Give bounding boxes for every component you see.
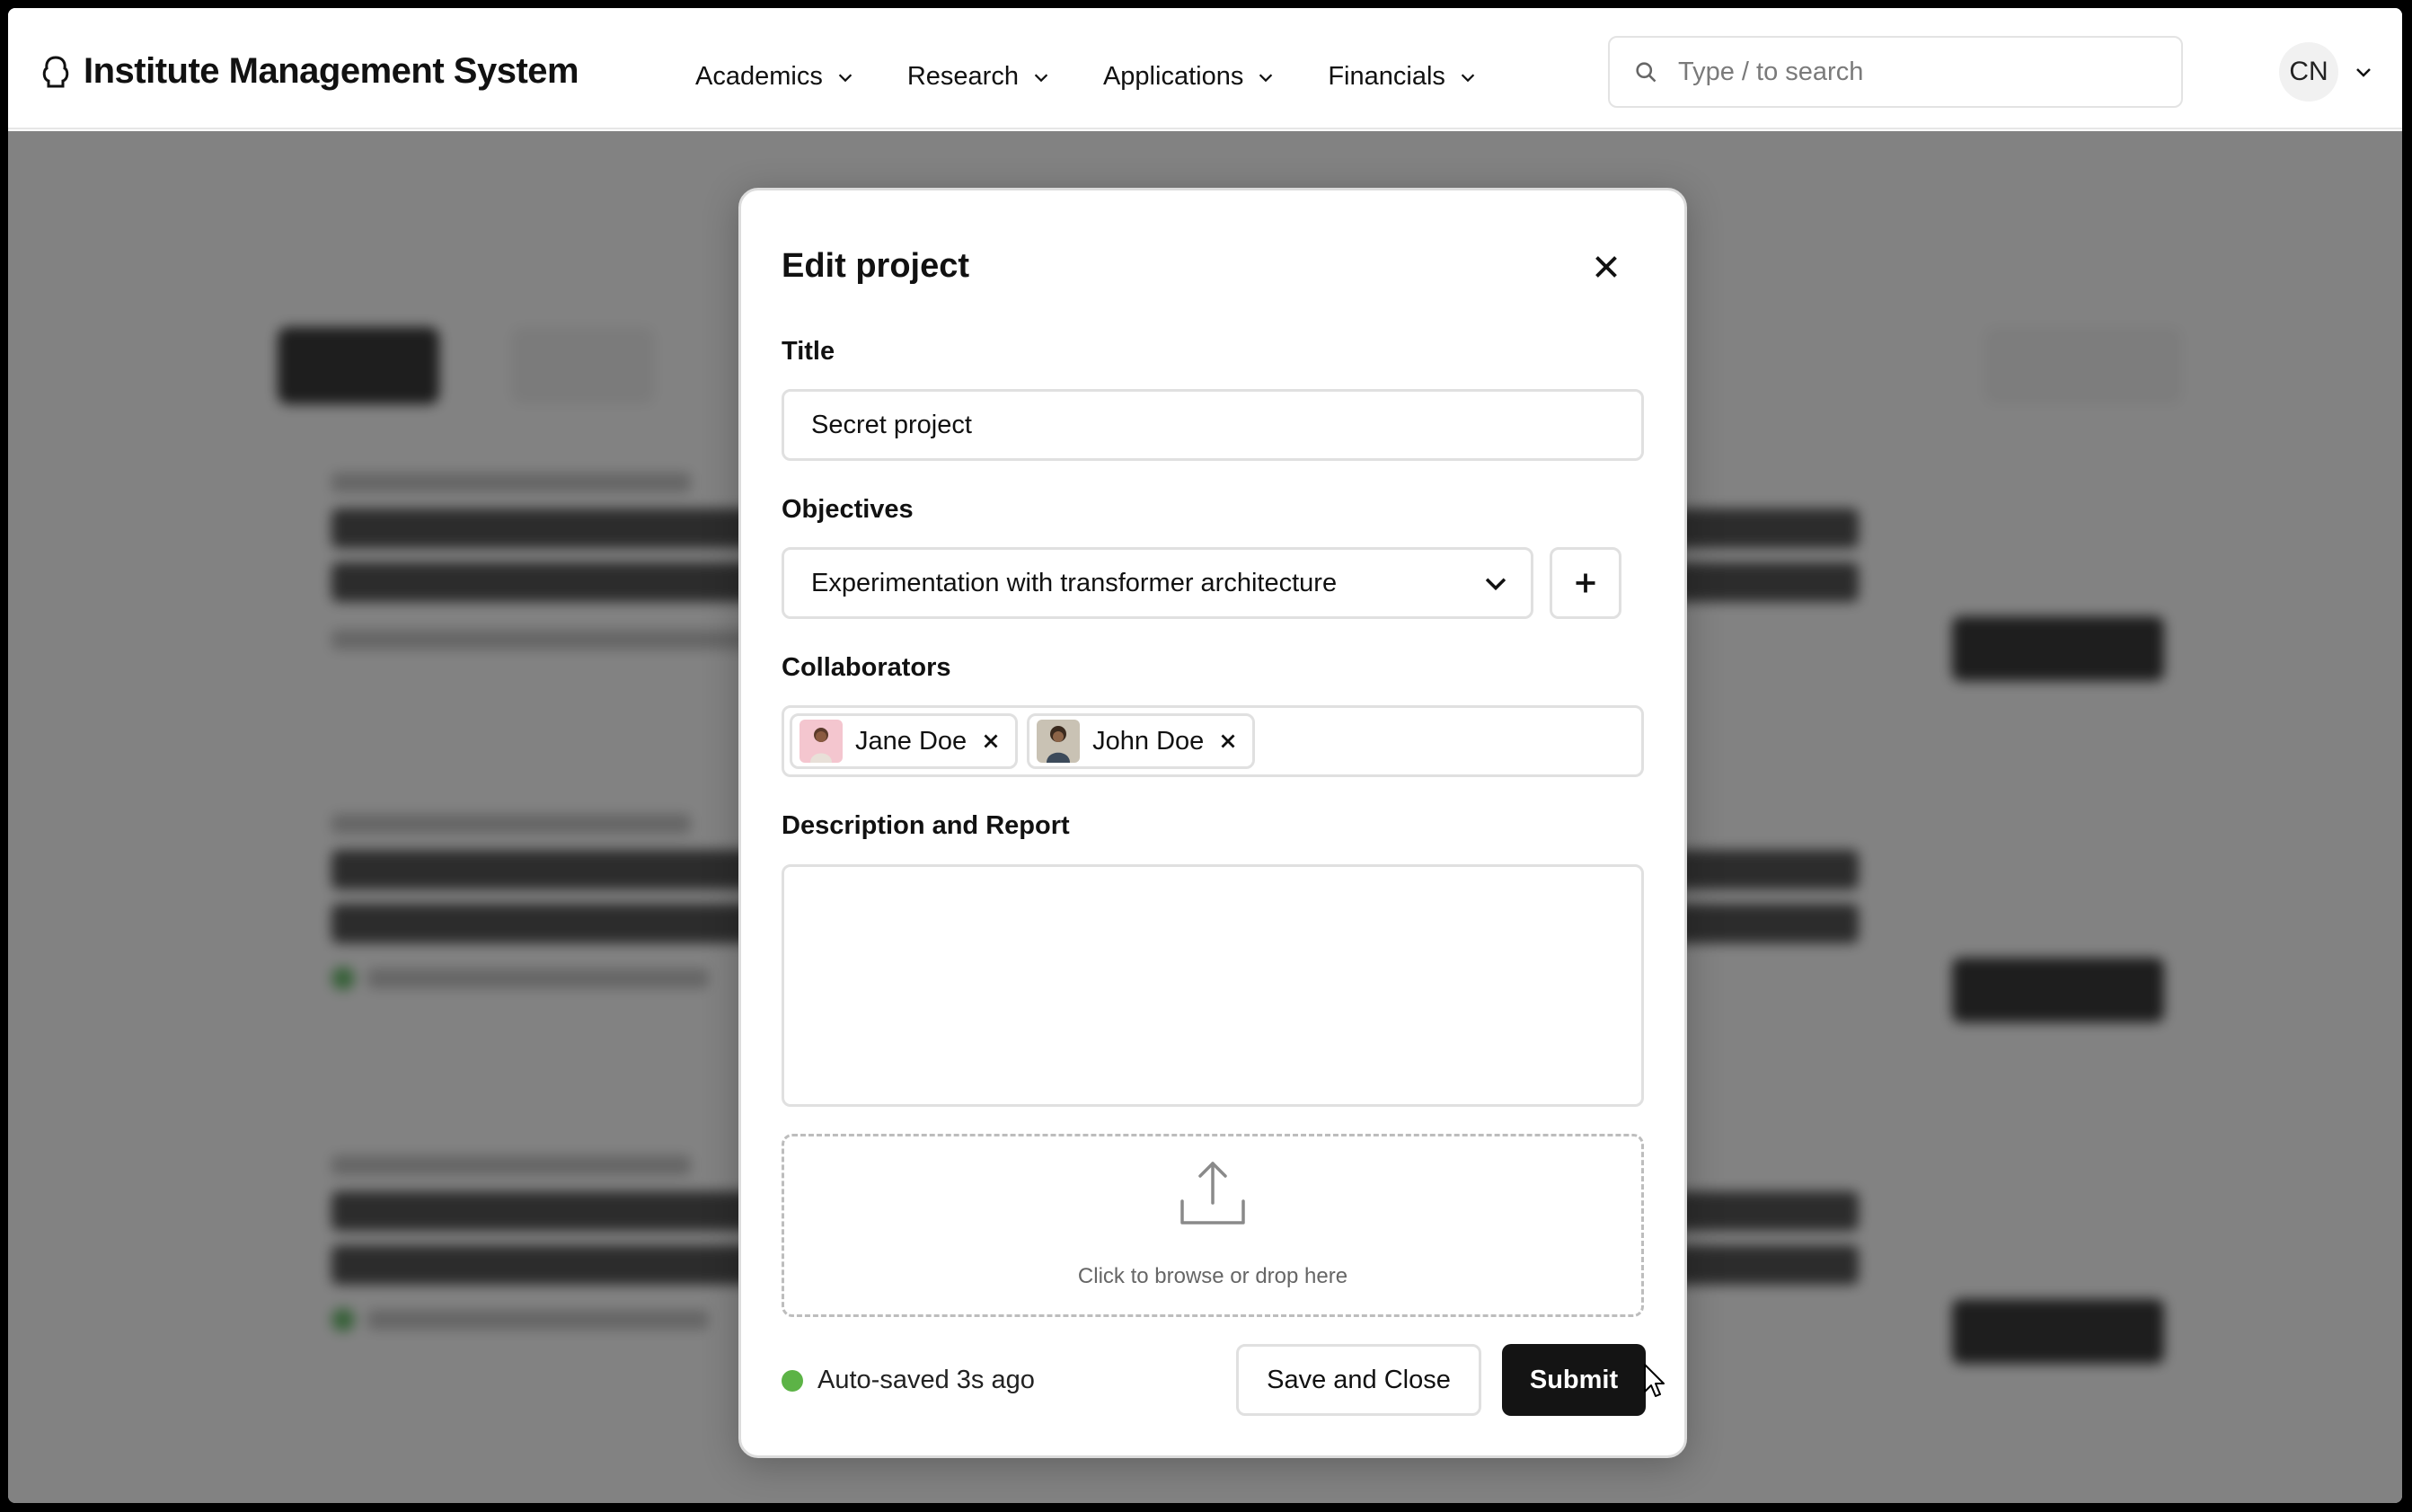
close-button[interactable] (1586, 246, 1627, 287)
autosave-text: Auto-saved 3s ago (817, 1366, 1035, 1394)
x-icon (984, 734, 998, 748)
description-label: Description and Report (782, 811, 1070, 840)
edit-project-dialog: Edit project Title Objectives Experiment… (738, 188, 1687, 1458)
mouse-cursor-icon (1644, 1364, 1665, 1397)
chevron-down-icon (1461, 73, 1475, 82)
autosave-status: Auto-saved 3s ago (782, 1366, 1035, 1395)
close-icon (1595, 256, 1617, 278)
nav-academics[interactable]: Academics (695, 62, 855, 92)
nav-label: Financials (1328, 62, 1445, 91)
brand-logo-icon (40, 54, 71, 90)
nav-applications[interactable]: Applications (1103, 62, 1276, 92)
x-icon (1221, 734, 1235, 748)
chevron-down-icon (2356, 68, 2371, 77)
collaborator-name: Jane Doe (855, 726, 967, 756)
title-label: Title (782, 337, 835, 366)
collaborators-field[interactable]: Jane Doe John Doe (782, 705, 1644, 777)
app-window: Institute Management System Academics Re… (8, 8, 2402, 1503)
user-menu[interactable]: CN (2279, 42, 2374, 102)
nav-label: Applications (1102, 62, 1244, 91)
upload-icon (1180, 1162, 1245, 1225)
plus-icon (1576, 573, 1595, 593)
save-and-close-button[interactable]: Save and Close (1236, 1344, 1481, 1416)
nav-financials[interactable]: Financials (1328, 62, 1478, 92)
collaborator-chip: Jane Doe (790, 713, 1019, 769)
submit-button[interactable]: Submit (1502, 1344, 1646, 1416)
title-input[interactable] (784, 392, 1641, 458)
collaborator-chip: John Doe (1027, 713, 1256, 769)
objectives-selected-value: Experimentation with transformer archite… (811, 568, 1338, 597)
title-field[interactable] (782, 389, 1644, 461)
user-avatar[interactable]: CN (2279, 42, 2338, 102)
description-field[interactable] (782, 864, 1644, 1107)
collaborators-label: Collaborators (782, 653, 951, 682)
remove-collaborator-button[interactable] (979, 729, 1003, 753)
status-dot (782, 1369, 803, 1392)
nav-label: Research (906, 62, 1019, 91)
objectives-select[interactable]: Experimentation with transformer archite… (782, 547, 1533, 619)
main-nav: Academics Research Applications Financia… (695, 62, 1530, 92)
add-objective-button[interactable] (1550, 547, 1621, 619)
dropzone-text: Click to browse or drop here (1077, 1264, 1348, 1288)
nav-label: Academics (695, 62, 823, 91)
remove-collaborator-button[interactable] (1216, 729, 1240, 753)
brand-title: Institute Management System (84, 51, 579, 91)
search-input[interactable] (1676, 56, 2125, 88)
top-navbar: Institute Management System Academics Re… (8, 8, 2402, 129)
collaborator-avatar (800, 720, 843, 763)
objectives-label: Objectives (782, 495, 914, 524)
description-textarea[interactable] (784, 867, 1641, 1104)
search-box[interactable] (1608, 36, 2183, 108)
brand[interactable]: Institute Management System (40, 51, 579, 92)
dialog-title: Edit project (782, 247, 970, 285)
chevron-down-icon (838, 73, 853, 82)
file-dropzone[interactable]: Click to browse or drop here (782, 1134, 1644, 1317)
chevron-down-icon (1259, 73, 1273, 82)
collaborator-name: John Doe (1092, 726, 1205, 756)
collaborator-avatar (1037, 720, 1081, 763)
nav-research[interactable]: Research (907, 62, 1051, 92)
chevron-down-icon (1485, 578, 1506, 591)
chevron-down-icon (1034, 73, 1048, 82)
search-icon (1636, 62, 1657, 83)
